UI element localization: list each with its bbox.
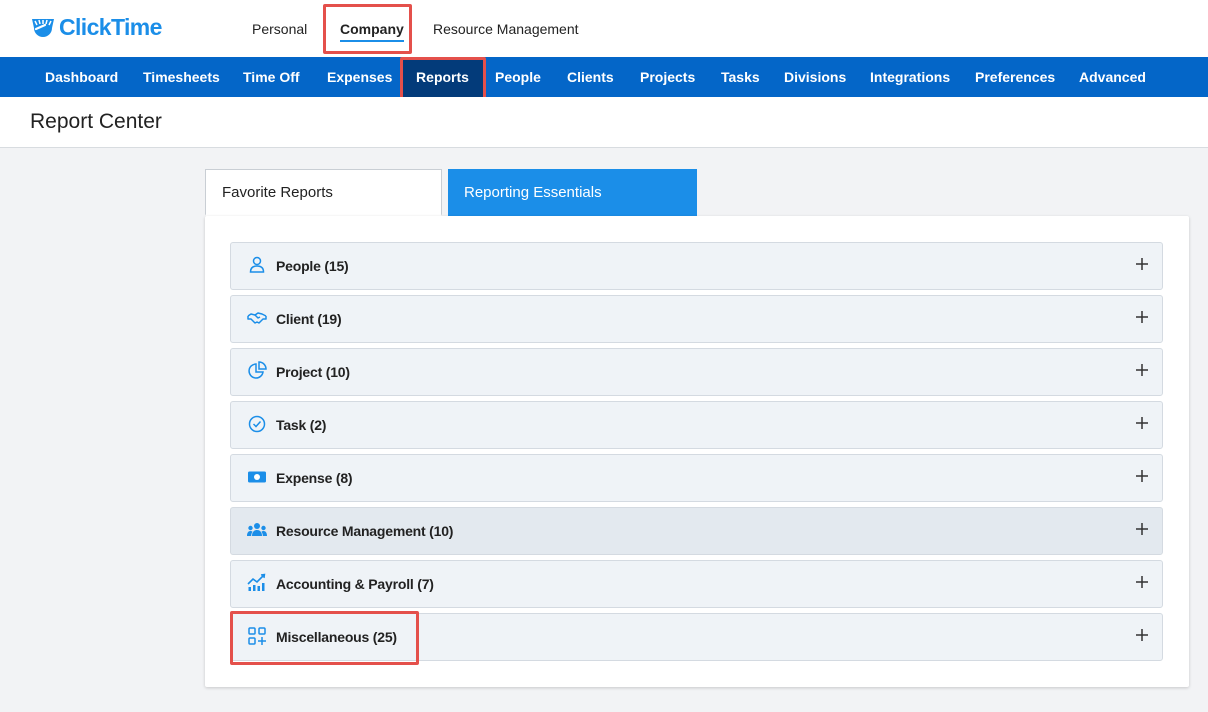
top-tab-personal[interactable]: Personal	[252, 0, 307, 57]
category-label: Resource Management (10)	[276, 523, 454, 539]
speedometer-logo-icon	[32, 19, 54, 37]
title-bar: Report Center	[0, 97, 1208, 148]
check-circle-icon	[248, 415, 266, 433]
team-icon	[247, 523, 267, 536]
expand-plus-icon[interactable]	[1134, 574, 1150, 590]
category-label: Expense (8)	[276, 470, 353, 486]
clicktime-logo[interactable]: ClickTime	[30, 12, 162, 42]
category-row-expense[interactable]: Expense (8)	[230, 454, 1163, 502]
nav-expenses[interactable]: Expenses	[327, 57, 392, 97]
category-row-resource-management[interactable]: Resource Management (10)	[230, 507, 1163, 555]
person-icon	[249, 256, 265, 273]
tab-favorite-reports[interactable]: Favorite Reports	[205, 169, 442, 216]
expand-plus-icon[interactable]	[1134, 468, 1150, 484]
tab-reporting-essentials[interactable]: Reporting Essentials	[448, 169, 697, 216]
nav-advanced[interactable]: Advanced	[1079, 57, 1146, 97]
nav-time-off[interactable]: Time Off	[243, 57, 300, 97]
nav-integrations[interactable]: Integrations	[870, 57, 950, 97]
category-label: Client (19)	[276, 311, 342, 327]
brand-name: ClickTime	[59, 13, 162, 40]
category-row-miscellaneous[interactable]: Miscellaneous (25)	[230, 613, 1163, 661]
expand-plus-icon[interactable]	[1134, 415, 1150, 431]
category-label: People (15)	[276, 258, 349, 274]
top-tab-resource-management[interactable]: Resource Management	[433, 0, 579, 57]
trend-chart-icon	[247, 573, 266, 591]
page-title: Report Center	[30, 110, 162, 133]
category-label: Task (2)	[276, 417, 327, 433]
money-icon	[248, 471, 266, 483]
main-nav: Dashboard Timesheets Time Off Expenses R…	[0, 57, 1208, 97]
nav-clients[interactable]: Clients	[567, 57, 614, 97]
apps-add-icon	[248, 627, 266, 645]
nav-reports[interactable]: Reports	[402, 57, 483, 97]
nav-projects[interactable]: Projects	[640, 57, 695, 97]
expand-plus-icon[interactable]	[1134, 627, 1150, 643]
category-row-project[interactable]: Project (10)	[230, 348, 1163, 396]
pie-chart-icon	[248, 361, 267, 379]
expand-plus-icon[interactable]	[1134, 521, 1150, 537]
expand-plus-icon[interactable]	[1134, 362, 1150, 378]
top-header: ClickTime Personal Company Resource Mana…	[0, 0, 1208, 57]
expand-plus-icon[interactable]	[1134, 309, 1150, 325]
nav-people[interactable]: People	[495, 57, 541, 97]
handshake-icon	[247, 312, 267, 324]
category-row-people[interactable]: People (15)	[230, 242, 1163, 290]
category-label: Miscellaneous (25)	[276, 629, 397, 645]
category-label: Accounting & Payroll (7)	[276, 576, 434, 592]
nav-preferences[interactable]: Preferences	[975, 57, 1055, 97]
nav-tasks[interactable]: Tasks	[721, 57, 760, 97]
category-row-task[interactable]: Task (2)	[230, 401, 1163, 449]
nav-divisions[interactable]: Divisions	[784, 57, 846, 97]
nav-dashboard[interactable]: Dashboard	[45, 57, 118, 97]
category-row-accounting-payroll[interactable]: Accounting & Payroll (7)	[230, 560, 1163, 608]
nav-timesheets[interactable]: Timesheets	[143, 57, 220, 97]
category-row-client[interactable]: Client (19)	[230, 295, 1163, 343]
category-label: Project (10)	[276, 364, 350, 380]
expand-plus-icon[interactable]	[1134, 256, 1150, 272]
report-categories-panel: People (15) Client (19) Project (10) Tas…	[205, 216, 1189, 687]
top-tab-company[interactable]: Company	[340, 0, 404, 57]
